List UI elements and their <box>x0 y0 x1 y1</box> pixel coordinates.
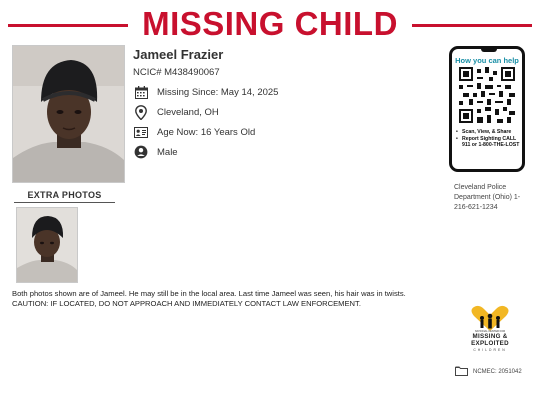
folder-icon <box>455 363 468 381</box>
map-pin-icon <box>133 104 149 120</box>
sex-text: Male <box>157 146 178 158</box>
help-step: Scan, View, & Share <box>456 129 522 136</box>
police-contact: Cleveland Police Department (Ohio) 1-216… <box>454 184 521 211</box>
help-phone-card: How you can help Scan, View, & <box>449 46 525 172</box>
person-icon <box>133 144 149 160</box>
help-step: Report Sighting CALL 911 or 1-800-THE-LO… <box>456 136 522 149</box>
sex-row: Male <box>133 144 178 160</box>
caption: Both photos shown are of Jameel. He may … <box>12 289 482 309</box>
ncmec-logo-line2: EXPLOITED <box>471 339 509 347</box>
ncmec-reference: NCMEC: 2051042 <box>455 366 522 378</box>
extra-photos-divider <box>14 202 115 203</box>
help-card-title: How you can help <box>455 56 519 65</box>
missing-since-text: Missing Since: May 14, 2025 <box>157 86 279 98</box>
caption-caution: CAUTION: IF LOCATED, DO NOT APPROACH AND… <box>12 299 361 308</box>
missing-since-row: Missing Since: May 14, 2025 <box>133 84 278 100</box>
help-steps-list: Scan, View, & Share Report Sighting CALL… <box>456 129 522 149</box>
id-card-icon <box>133 124 149 140</box>
caption-description: Both photos shown are of Jameel. He may … <box>12 289 406 298</box>
location-text: Cleveland, OH <box>157 106 219 118</box>
phone-notch <box>481 49 497 52</box>
header-rule-left <box>8 24 128 27</box>
calendar-icon <box>133 84 149 100</box>
ncmec-logo-name: MISSING & EXPLOITED <box>462 333 518 347</box>
age-row: Age Now: 16 Years Old <box>133 124 255 140</box>
extra-photo <box>16 207 78 283</box>
age-text: Age Now: 16 Years Old <box>157 126 256 138</box>
ncmec-reference-text: NCMEC: 2051042 <box>473 369 522 375</box>
child-name: Jameel Frazier <box>133 47 224 62</box>
main-photo <box>12 45 125 183</box>
extra-photos-label: EXTRA PHOTOS <box>27 190 102 200</box>
location-row: Cleveland, OH <box>133 104 219 120</box>
poster-title: MISSING CHILD <box>142 5 398 42</box>
ncic-number: NCIC# M438490067 <box>133 67 220 78</box>
ncmec-logo-children: CHILDREN <box>473 348 507 352</box>
qr-code[interactable] <box>459 67 515 123</box>
header-rule-right <box>412 24 532 27</box>
